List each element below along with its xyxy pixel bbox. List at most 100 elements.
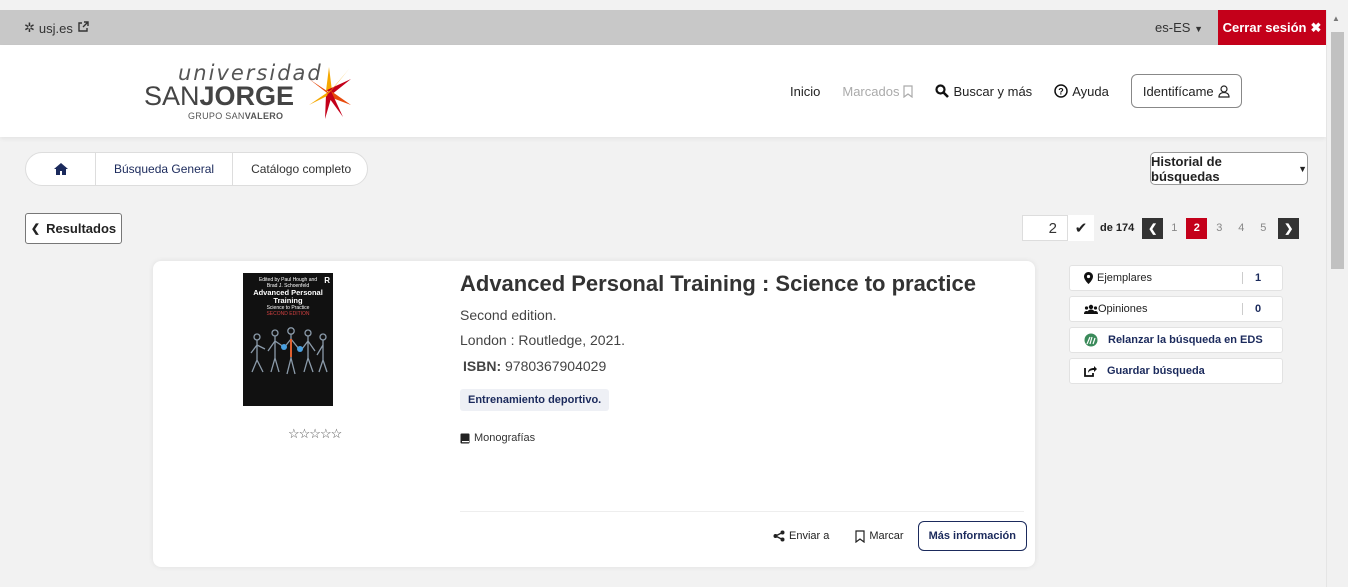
nav-bookmarks[interactable]: Marcados (842, 83, 914, 99)
page-link-3[interactable]: 3 (1208, 222, 1230, 234)
check-icon: ✔ (1074, 220, 1088, 237)
logo-san: SAN (144, 81, 200, 111)
login-button[interactable]: Identifícame (1130, 74, 1242, 108)
breadcrumb-home[interactable] (26, 153, 96, 185)
nav-help[interactable]: ? Ayuda (1054, 84, 1109, 99)
page-link-1[interactable]: 1 (1163, 222, 1185, 234)
top-bar: ✲ usj.es es-ES ▼ Cerrar sesión ✖ (0, 10, 1326, 45)
save-search-link[interactable]: Guardar búsqueda (1069, 358, 1283, 384)
page-link-2-active[interactable]: 2 (1186, 217, 1208, 239)
rating-stars[interactable]: ☆☆☆☆☆ (288, 426, 342, 442)
language-selector[interactable]: es-ES ▼ (1155, 20, 1203, 35)
svg-text:?: ? (1058, 87, 1064, 97)
copies-label-wrap: Ejemplares (1084, 272, 1242, 284)
usj-star-icon: ✲ (24, 20, 35, 35)
main-nav: Inicio Marcados Buscar y más ? Ayuda Ide… (790, 45, 1242, 137)
reviews-row[interactable]: Opiniones 0 (1069, 296, 1283, 322)
search-icon (935, 84, 950, 98)
logo-star-icon (309, 67, 351, 119)
record-number-input[interactable]: 2 (1022, 215, 1068, 241)
bookmark-icon (855, 529, 865, 543)
record-edition: Second edition. (460, 307, 557, 323)
page-link-4[interactable]: 4 (1230, 222, 1252, 234)
nav-search-label: Buscar y más (953, 83, 1033, 99)
login-label: Identifícame (1142, 83, 1214, 99)
language-label: es-ES (1155, 20, 1191, 35)
site-label: usj.es (38, 20, 73, 36)
nav-search[interactable]: Buscar y más (935, 84, 1032, 99)
copies-count: 1 (1242, 272, 1272, 284)
subject-tag[interactable]: Entrenamiento deportivo. (460, 389, 610, 411)
scroll-up-arrow-icon[interactable]: ▲ (1332, 14, 1340, 23)
save-search-label: Guardar búsqueda (1107, 365, 1205, 377)
caret-down-icon: ▼ (1194, 24, 1203, 34)
logo-grupo-san: GRUPO SAN (188, 111, 245, 121)
nav-bookmarks-label: Marcados (842, 83, 900, 99)
isbn-value: 9780367904029 (505, 358, 607, 374)
breadcrumb-item-general-search[interactable]: Búsqueda General (96, 153, 234, 185)
relaunch-label-wrap: Relanzar la búsqueda en EDS (1084, 333, 1272, 347)
scrollbar-thumb[interactable] (1331, 32, 1344, 269)
site-link[interactable]: ✲ usj.es (24, 20, 89, 36)
logo-jorge: JORGE (199, 81, 295, 111)
book-cover[interactable]: Edited by Paul Hough and Brad J. Schoenf… (243, 273, 333, 406)
page-link-5[interactable]: 5 (1252, 222, 1274, 234)
search-history-button[interactable]: Historial de búsquedas ▼ (1150, 152, 1308, 185)
nav-home[interactable]: Inicio (790, 84, 820, 99)
relaunch-label: Relanzar la búsqueda en EDS (1108, 334, 1263, 346)
logo-line-grupo: GRUPO SANVALERO (188, 111, 283, 121)
logout-label: Cerrar sesión (1222, 20, 1307, 35)
nav-home-label: Inicio (790, 83, 821, 99)
map-marker-icon (1084, 272, 1093, 284)
reviews-count: 0 (1242, 303, 1272, 315)
record-publication: London : Routledge, 2021. (460, 332, 626, 348)
search-history-label: Historial de búsquedas (1151, 153, 1222, 184)
copies-label: Ejemplares (1097, 272, 1153, 284)
record-card: Edited by Paul Hough and Brad J. Schoenf… (153, 261, 1035, 567)
eds-icon (1084, 333, 1098, 347)
home-icon (53, 163, 68, 175)
university-logo[interactable]: universidad SANJORGE GRUPO SANVALERO (144, 61, 364, 123)
previous-record-button[interactable]: ❮ (1142, 217, 1164, 239)
page-scrollbar[interactable]: ▲ (1326, 10, 1348, 587)
site-header: universidad SANJORGE GRUPO SANVALERO Ini… (0, 45, 1326, 137)
breadcrumb-item-full-catalog: Catálogo completo (233, 153, 367, 185)
more-info-button[interactable]: Más información (917, 521, 1027, 551)
record-pager: 2 ✔ de 174 ❮ 1 2 3 4 5 ❯ (1022, 215, 1300, 241)
mark-label: Marcar (869, 530, 904, 542)
breadcrumb-item-label: Búsqueda General (114, 162, 215, 176)
logo-line-sanjorge: SANJORGE (144, 81, 294, 112)
chevron-right-icon: ❯ (1284, 222, 1294, 235)
next-record-button[interactable]: ❯ (1278, 217, 1300, 239)
card-divider (460, 511, 1024, 512)
reviews-label: Opiniones (1098, 303, 1148, 315)
record-title: Advanced Personal Training : Science to … (460, 271, 976, 296)
help-circle-icon: ? (1054, 84, 1068, 98)
caret-down-icon: ▼ (1298, 163, 1307, 174)
share-square-icon (1084, 366, 1097, 377)
save-search-label-wrap: Guardar búsqueda (1084, 365, 1272, 377)
share-icon (773, 530, 785, 542)
send-to-button[interactable]: Enviar a (773, 530, 829, 542)
nav-help-label: Ayuda (1072, 83, 1109, 99)
bookmark-icon (903, 84, 914, 98)
record-actions: Enviar a Marcar Más información (773, 521, 1027, 551)
chevron-left-icon: ❮ (1148, 222, 1158, 235)
isbn-label: ISBN: (463, 358, 502, 374)
copies-row[interactable]: Ejemplares 1 (1069, 265, 1283, 291)
record-format-label: Monografías (474, 432, 536, 444)
logo-valero: VALERO (244, 111, 284, 121)
chevron-left-icon: ❮ (30, 223, 41, 235)
users-icon (1084, 304, 1098, 314)
record-total: de 174 (1100, 222, 1135, 234)
go-check-button[interactable]: ✔ (1068, 215, 1094, 241)
breadcrumb-item-label: Catálogo completo (251, 162, 352, 176)
external-link-icon (77, 20, 89, 36)
close-icon: ✖ (1310, 19, 1322, 35)
back-to-results-button[interactable]: ❮ Resultados (25, 213, 122, 244)
relaunch-eds-link[interactable]: Relanzar la búsqueda en EDS (1069, 327, 1283, 353)
user-icon (1218, 84, 1230, 98)
reviews-label-wrap: Opiniones (1084, 303, 1242, 315)
mark-button[interactable]: Marcar (855, 529, 904, 543)
logout-button[interactable]: Cerrar sesión ✖ (1218, 10, 1326, 45)
